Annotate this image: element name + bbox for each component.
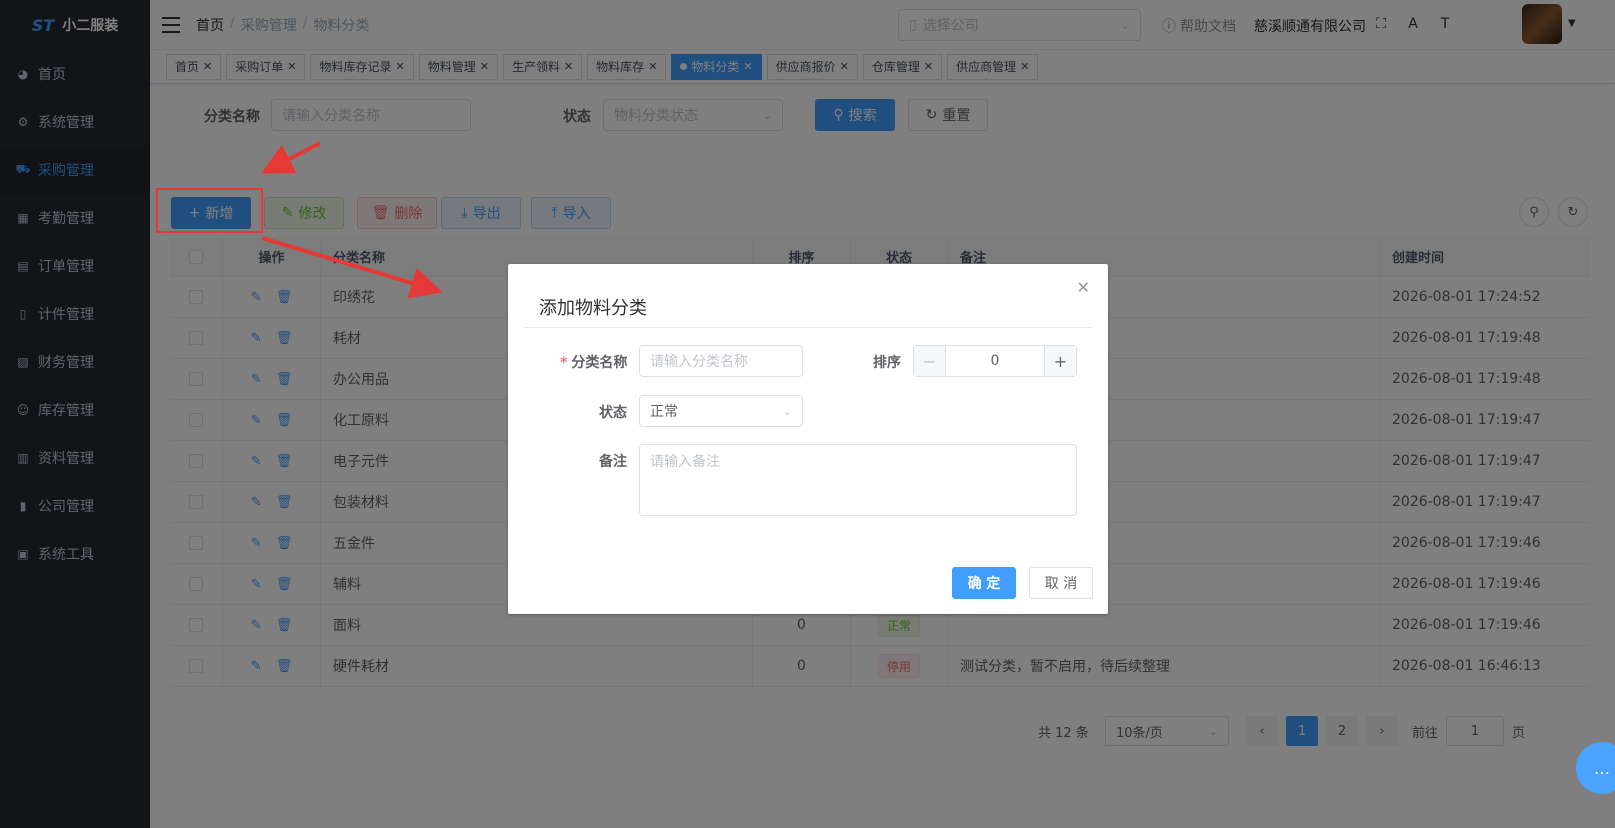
dialog-sort-label: 排序 [873,355,901,371]
dialog-title: 添加物料分类 [539,298,647,319]
annotation-highlight-box [156,188,263,233]
category-name-input[interactable]: 请输入分类名称 [639,345,803,377]
dialog-remark-label: 备注 [599,454,627,470]
increment-button[interactable]: + [1044,346,1076,376]
status-select[interactable]: 正常 ⌄ [639,395,803,427]
sort-value[interactable]: 0 [946,346,1044,376]
required-asterisk: * [560,355,568,371]
cancel-button[interactable]: 取 消 [1029,567,1093,599]
remark-placeholder: 请输入备注 [650,454,720,470]
decrement-button[interactable]: − [914,346,946,376]
sort-stepper: − 0 + [913,345,1077,377]
dialog-status-label: 状态 [599,405,627,421]
dialog-divider [525,327,1091,328]
add-category-dialog: 添加物料分类 ✕ * 分类名称 请输入分类名称 排序 − 0 + 状态 正常 ⌄ … [508,264,1108,614]
chevron-down-icon: ⌄ [782,404,792,418]
dialog-name-label-text: 分类名称 [571,355,628,371]
category-name-placeholder: 请输入分类名称 [650,354,748,370]
close-icon[interactable]: ✕ [1077,278,1090,297]
confirm-button[interactable]: 确 定 [952,567,1016,599]
remark-textarea[interactable]: 请输入备注 [639,444,1077,516]
status-select-value: 正常 [650,404,678,420]
dialog-name-label: * 分类名称 [560,352,627,372]
